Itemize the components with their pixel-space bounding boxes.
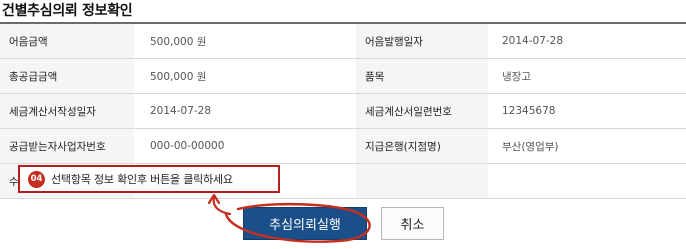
- field-label: 품목: [356, 58, 488, 94]
- field-value: 2014-07-28: [488, 24, 686, 59]
- field-label: 세금계산서작성일자: [0, 93, 134, 129]
- field-value: 냉장고: [488, 58, 686, 94]
- callout-text: 선택항목 정보 확인후 버튼을 클릭하세요: [51, 173, 233, 186]
- field-label: 세금계산서일련번호: [356, 93, 488, 129]
- field-label: 공급받는자사업자번호: [0, 128, 134, 164]
- table-row: 세금계산서작성일자 2014-07-28 세금계산서일련번호 12345678: [0, 93, 686, 129]
- field-label: 지급은행(지점명): [356, 128, 488, 164]
- field-value: 500,000 원: [134, 58, 356, 94]
- step-number-badge: 04: [28, 170, 45, 188]
- field-label: 어음발행일자: [356, 24, 488, 59]
- step-callout: 04 선택항목 정보 확인후 버튼을 클릭하세요: [18, 165, 280, 193]
- field-value: 500,000 원: [134, 24, 356, 59]
- field-label: [356, 163, 488, 199]
- table-row: 공급받는자사업자번호 000-00-00000 지급은행(지점명) 부산(영업부…: [0, 128, 686, 164]
- field-value: 2014-07-28: [134, 93, 356, 129]
- table-row: 총공급금액 500,000 원 품목 냉장고: [0, 58, 686, 94]
- page-title: 건별추심의뢰 정보확인: [2, 3, 133, 19]
- submit-collection-request-button[interactable]: 추심의뢰실행: [243, 207, 367, 240]
- field-label: 어음금액: [0, 24, 134, 59]
- annotation-arrow-line: [212, 195, 232, 216]
- field-value: 부산(영업부): [488, 128, 686, 164]
- field-value: 000-00-00000: [134, 128, 356, 164]
- field-label: 총공급금액: [0, 58, 134, 94]
- field-value: 12345678: [488, 93, 686, 129]
- field-value: [488, 163, 686, 199]
- table-row: 어음금액 500,000 원 어음발행일자 2014-07-28: [0, 24, 686, 59]
- cancel-button[interactable]: 취소: [381, 207, 444, 240]
